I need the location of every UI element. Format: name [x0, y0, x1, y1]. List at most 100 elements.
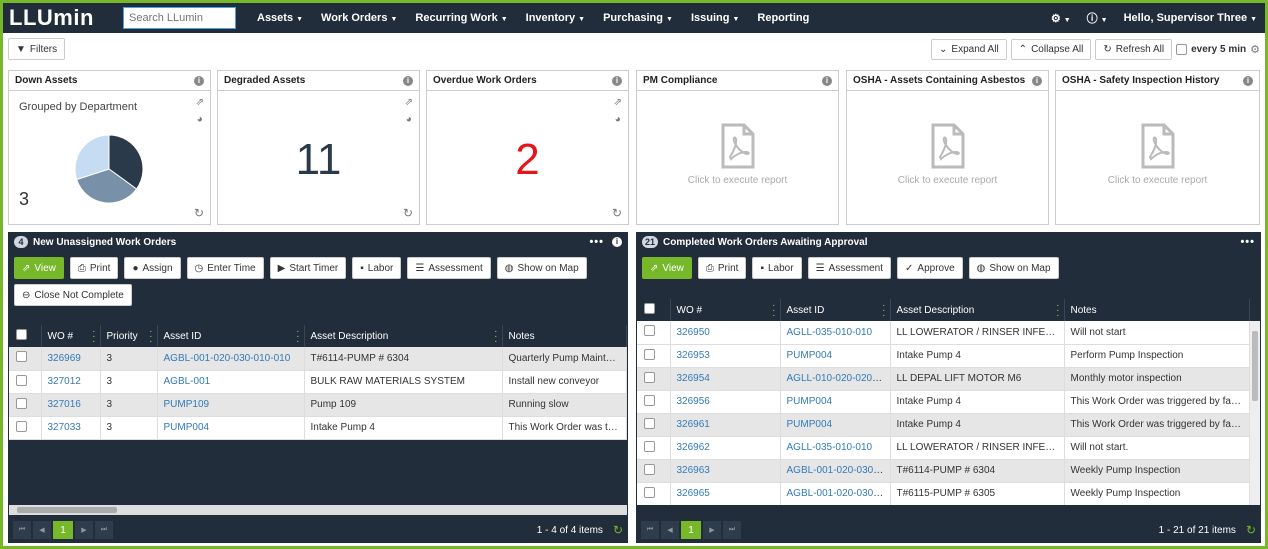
row-checkbox[interactable] — [644, 348, 655, 360]
info-icon[interactable]: i — [403, 75, 413, 86]
report-placeholder[interactable]: Click to execute report — [1056, 123, 1259, 186]
enter-time-button[interactable]: ◷ Enter Time — [186, 257, 264, 279]
info-icon[interactable]: i — [194, 75, 204, 86]
nav-recurring-work[interactable]: Recurring Work ▼ — [406, 12, 516, 24]
asset-id-link[interactable]: AGBL-001 — [164, 376, 211, 387]
report-placeholder[interactable]: Click to execute report — [637, 123, 838, 186]
column-menu-icon[interactable]: · · · — [494, 327, 497, 347]
column-header-asset-description[interactable]: Asset Description · · · — [304, 325, 503, 347]
column-menu-icon[interactable]: · · · — [1056, 301, 1059, 321]
nav-purchasing[interactable]: Purchasing ▼ — [594, 12, 682, 24]
settings-menu[interactable]: ⚙ ▼ — [1043, 12, 1079, 25]
horizontal-scrollbar[interactable] — [9, 505, 627, 515]
asset-id-link[interactable]: PUMP004 — [787, 419, 833, 430]
print-button[interactable]: ⎙ Print — [697, 257, 747, 279]
cog-icon[interactable]: ⚙ — [1250, 43, 1260, 56]
column-menu-icon[interactable]: · · · — [149, 327, 152, 347]
column-header-notes[interactable]: Notes — [1064, 299, 1250, 321]
column-header-notes[interactable]: Notes — [502, 325, 627, 347]
select-all-checkbox[interactable] — [16, 329, 27, 340]
degraded-assets-value[interactable]: 11 — [218, 135, 419, 185]
column-header-wo[interactable]: WO # · · · — [41, 325, 101, 347]
assessment-button[interactable]: ☰ Assessment — [407, 257, 491, 279]
current-page[interactable]: 1 — [681, 521, 701, 539]
wo-link[interactable]: 326962 — [677, 442, 710, 453]
user-menu[interactable]: Hello, Supervisor Three ▼ — [1116, 12, 1265, 24]
refresh-icon[interactable]: ↻ — [612, 206, 622, 220]
table-row[interactable]: 327012 3 AGBL-001 BULK RAW MATERIALS SYS… — [9, 370, 627, 394]
vertical-scrollbar[interactable] — [1250, 321, 1260, 505]
show-on-map-button[interactable]: ◍ Show on Map — [968, 257, 1059, 279]
table-row[interactable]: 327033 3 PUMP004 Intake Pump 4 This Work… — [9, 416, 627, 440]
auto-refresh-checkbox[interactable] — [1176, 43, 1188, 55]
column-header-priority[interactable]: Priority · · · — [100, 325, 158, 347]
more-options-icon[interactable]: ••• — [1240, 236, 1255, 248]
asset-id-link[interactable]: AGLL-010-020-020-030 — [787, 373, 890, 384]
refresh-icon[interactable]: ↻ — [613, 523, 623, 537]
last-page-icon[interactable]: ⏭ — [95, 521, 113, 539]
expand-all-button[interactable]: ⌄ Expand All — [931, 38, 1007, 60]
overdue-work-orders-value[interactable]: 2 — [427, 135, 628, 185]
column-menu-icon[interactable]: · · · — [772, 301, 775, 321]
assign-button[interactable]: ● Assign — [124, 257, 181, 279]
column-menu-icon[interactable]: · · · — [882, 301, 885, 321]
wo-link[interactable]: 326961 — [677, 419, 710, 430]
wo-link[interactable]: 326953 — [677, 350, 710, 361]
asset-id-link[interactable]: PUMP004 — [164, 422, 210, 433]
table-row[interactable]: 326969 3 AGBL-001-020-030-010-010 T#6114… — [9, 347, 627, 371]
collapse-all-button[interactable]: ⌃ Collapse All — [1010, 38, 1092, 60]
wo-link[interactable]: 326950 — [677, 327, 710, 338]
table-row[interactable]: 326954 AGLL-010-020-020-030 LL DEPAL LIF… — [637, 367, 1250, 391]
wo-link[interactable]: 327016 — [48, 399, 81, 410]
wo-link[interactable]: 326956 — [677, 396, 710, 407]
row-checkbox[interactable] — [644, 371, 655, 383]
nav-reporting[interactable]: Reporting — [748, 12, 818, 24]
start-timer-button[interactable]: ▶ Start Timer — [269, 257, 347, 279]
column-header-asset-id[interactable]: Asset ID · · · — [157, 325, 305, 347]
approve-button[interactable]: ✓ Approve — [897, 257, 963, 279]
pie-chart-icon[interactable]: ◕ — [197, 114, 203, 125]
asset-id-link[interactable]: PUMP004 — [787, 350, 833, 361]
row-checkbox[interactable] — [644, 463, 655, 475]
view-button[interactable]: ⇗ View — [642, 257, 692, 279]
widget-body[interactable]: Click to execute report — [847, 91, 1048, 225]
column-menu-icon[interactable]: · · · — [296, 327, 299, 347]
pie-chart-icon[interactable]: ◕ — [615, 114, 621, 125]
show-on-map-button[interactable]: ◍ Show on Map — [496, 257, 587, 279]
down-assets-pie-chart[interactable] — [73, 133, 145, 205]
info-icon[interactable]: i — [822, 75, 832, 86]
info-icon[interactable]: i — [1243, 75, 1253, 86]
table-row[interactable]: 326950 AGLL-035-010-010 LL LOWERATOR / R… — [637, 321, 1250, 345]
print-button[interactable]: ⎙ Print — [69, 257, 119, 279]
more-options-icon[interactable]: ••• — [589, 236, 604, 248]
labor-button[interactable]: ▪ Labor — [352, 257, 402, 279]
table-row[interactable]: 326963 AGBL-001-020-030-0... T#6114-PUMP… — [637, 459, 1250, 483]
llumin-logo[interactable]: LLUmin — [3, 3, 115, 33]
widget-body[interactable]: Click to execute report — [1056, 91, 1259, 225]
row-checkbox[interactable] — [644, 440, 655, 452]
asset-id-link[interactable]: PUMP004 — [787, 396, 833, 407]
refresh-icon[interactable]: ↻ — [403, 206, 413, 220]
first-page-icon[interactable]: ⏮ — [13, 521, 31, 539]
column-header-asset-description[interactable]: Asset Description · · · — [890, 299, 1065, 321]
asset-id-link[interactable]: AGBL-001-020-030-010-010 — [164, 353, 291, 364]
external-link-icon[interactable]: ⇗ — [405, 97, 413, 108]
row-checkbox[interactable] — [16, 397, 27, 409]
search-input[interactable] — [123, 7, 236, 29]
nav-work-orders[interactable]: Work Orders ▼ — [312, 12, 406, 24]
first-page-icon[interactable]: ⏮ — [641, 521, 659, 539]
refresh-all-button[interactable]: ↻ Refresh All — [1095, 38, 1173, 60]
widget-body[interactable]: Click to execute report — [637, 91, 838, 225]
asset-id-link[interactable]: AGBL-001-020-030-0... — [787, 488, 890, 499]
wo-link[interactable]: 326965 — [677, 488, 710, 499]
row-checkbox[interactable] — [644, 417, 655, 429]
scrollbar-thumb[interactable] — [17, 507, 117, 513]
wo-link[interactable]: 326954 — [677, 373, 710, 384]
row-checkbox[interactable] — [644, 486, 655, 498]
row-checkbox[interactable] — [644, 325, 655, 337]
select-all-checkbox[interactable] — [644, 303, 655, 314]
table-row[interactable]: 327016 3 PUMP109 Pump 109 Running slow — [9, 393, 627, 417]
wo-link[interactable]: 326963 — [677, 465, 710, 476]
labor-button[interactable]: ▪ Labor — [752, 257, 802, 279]
asset-id-link[interactable]: AGBL-001-020-030-0... — [787, 465, 890, 476]
